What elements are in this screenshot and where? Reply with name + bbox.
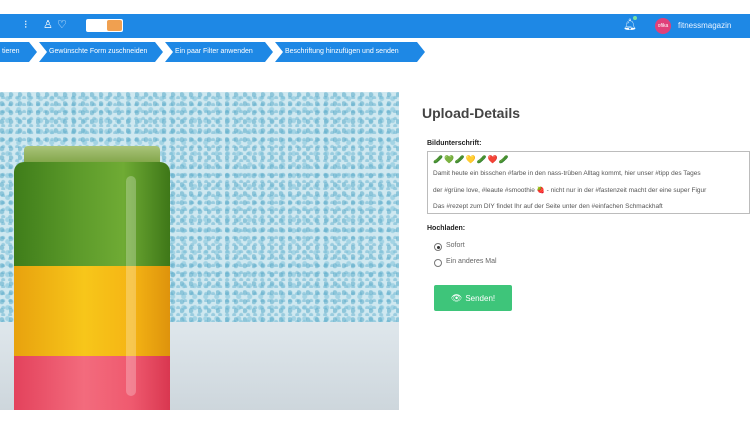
step-label: Beschriftung hinzufügen und senden <box>285 48 399 55</box>
upload-label: Hochladen: <box>427 225 466 232</box>
step-4[interactable]: Beschriftung hinzufügen und senden <box>275 42 425 62</box>
caption-line-3: Das #rezept zum DIY findet Ihr auf der S… <box>433 203 663 210</box>
top-bar: ⁝ ♙ ♡ 🔔︎ ofika fitnessmagazin <box>0 14 750 38</box>
avatar[interactable]: ofika <box>655 18 671 34</box>
caption-emojis: 🥒💚🥒💛🥒❤️🥒 <box>433 155 510 164</box>
jar-lid <box>24 146 160 162</box>
step-label: tieren <box>2 48 20 55</box>
preview-image <box>0 92 399 410</box>
radio-later[interactable] <box>434 259 442 267</box>
mode-toggle[interactable] <box>86 19 123 32</box>
yellow-layer <box>14 266 170 356</box>
step-1[interactable]: tieren <box>0 42 37 62</box>
dots-icon[interactable]: ⁝ <box>24 18 28 32</box>
step-label: Ein paar Filter anwenden <box>175 48 253 55</box>
heart-icon[interactable]: ♡ <box>57 18 67 32</box>
send-button[interactable]: 👁︎ Senden! <box>434 285 512 311</box>
radio-later-label[interactable]: Ein anderes Mal <box>446 258 497 265</box>
user-name[interactable]: fitnessmagazin <box>678 19 731 33</box>
step-label: Gewünschte Form zuschneiden <box>49 48 148 55</box>
step-2[interactable]: Gewünschte Form zuschneiden <box>39 42 163 62</box>
pink-layer <box>14 356 170 410</box>
send-label: Senden! <box>465 294 496 303</box>
bell-icon[interactable]: 🔔︎ <box>623 16 637 31</box>
caption-line-2: der #grüne love, #leaute #smoothie 🍓 - n… <box>433 187 707 194</box>
step-3[interactable]: Ein paar Filter anwenden <box>165 42 273 62</box>
upload-title: Upload-Details <box>422 105 521 121</box>
step-breadcrumb: tieren Gewünschte Form zuschneiden Ein p… <box>0 38 750 64</box>
eye-icon: 👁︎ <box>450 293 463 303</box>
caption-line-1: Damit heute ein bisschen #farbe in den n… <box>433 170 701 177</box>
user-icon[interactable]: ♙ <box>43 18 53 32</box>
toggle-knob <box>107 20 122 31</box>
caption-textarea[interactable]: 🥒💚🥒💛🥒❤️🥒 Damit heute ein bisschen #farbe… <box>427 151 750 214</box>
caption-label: Bildunterschrift: <box>427 140 482 147</box>
notification-dot <box>633 16 637 20</box>
app-frame: ⁝ ♙ ♡ 🔔︎ ofika fitnessmagazin tieren Gew… <box>0 14 750 410</box>
radio-now-label[interactable]: Sofort <box>446 242 465 249</box>
jar-shine <box>126 176 136 396</box>
green-layer <box>14 162 170 266</box>
smoothie-jar <box>14 146 170 410</box>
radio-now[interactable] <box>434 243 442 251</box>
